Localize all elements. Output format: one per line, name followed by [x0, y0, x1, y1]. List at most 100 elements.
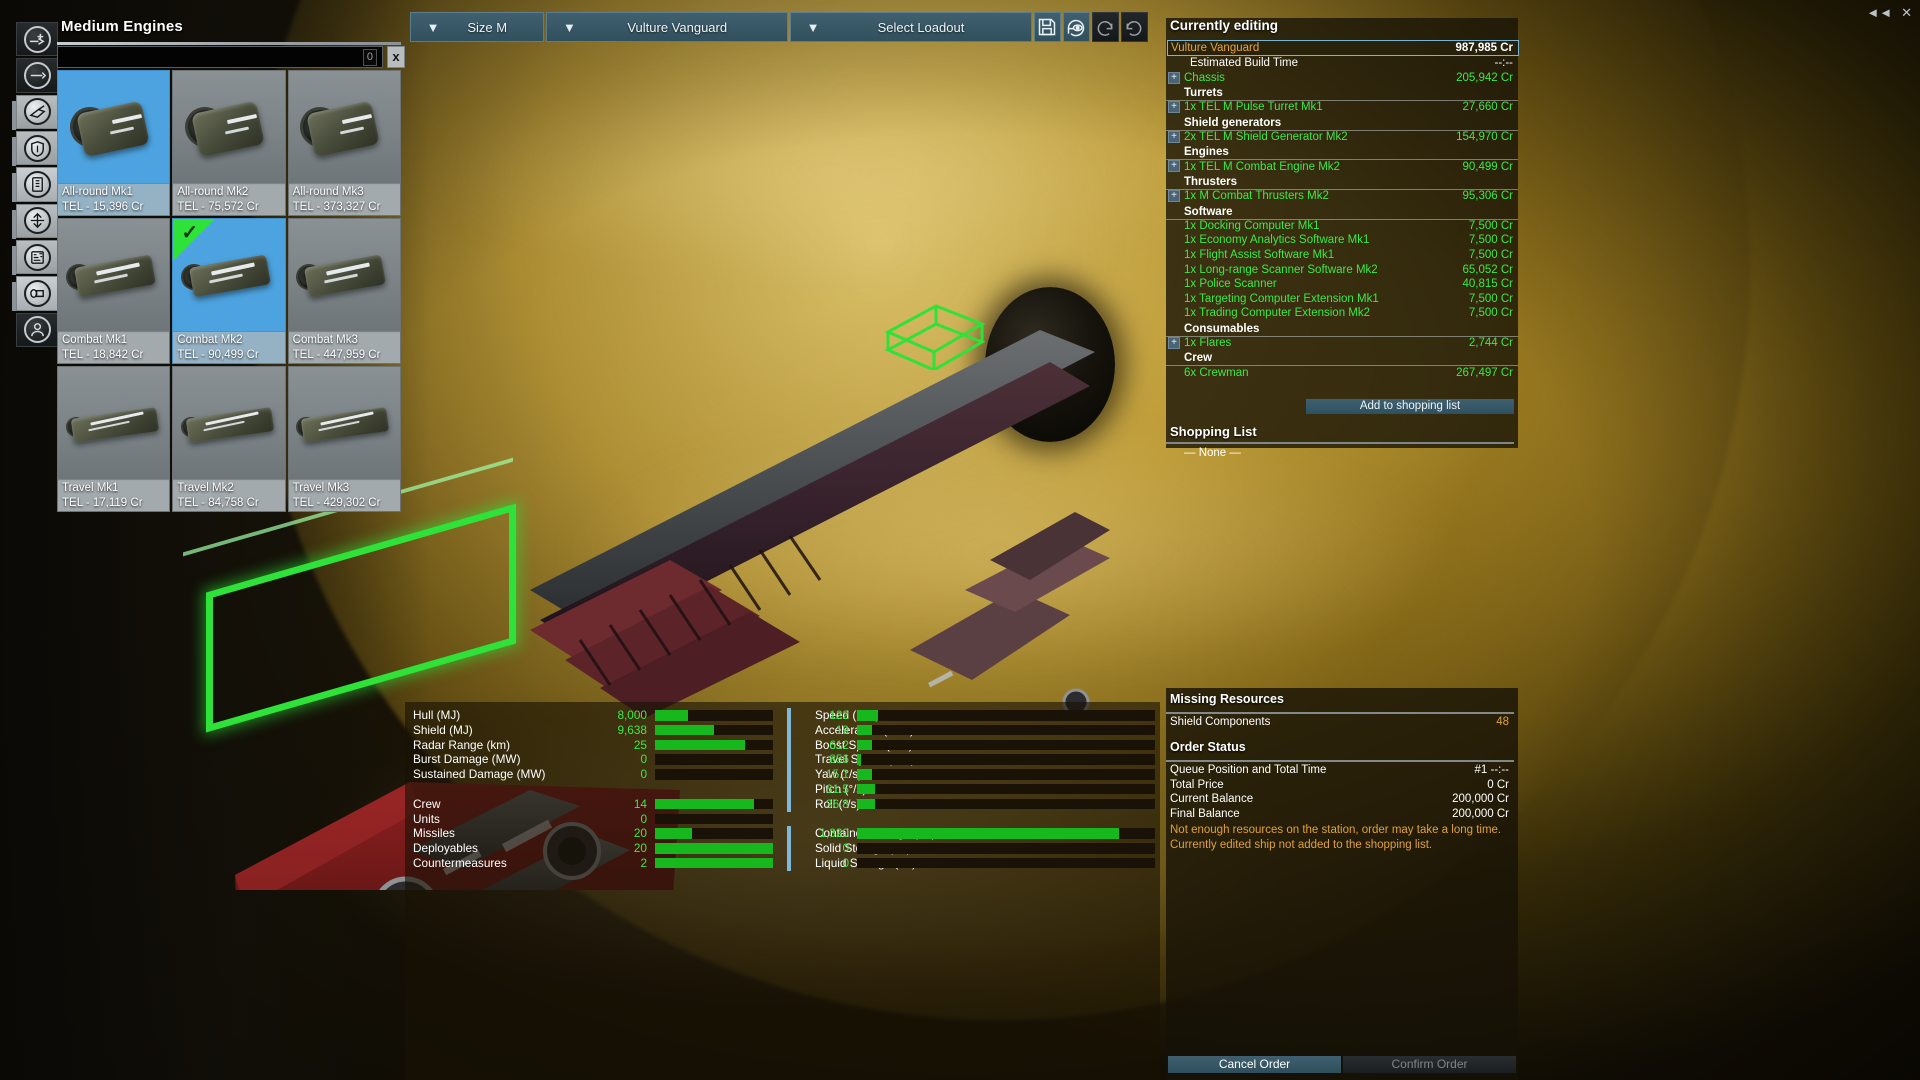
stat-row: Shield (MJ) 9,638: [405, 723, 775, 738]
equipment-thumbnail: [288, 219, 400, 333]
equipment-price: TEL - 75,572 Cr: [177, 201, 259, 213]
equipment-price: TEL - 15,396 Cr: [62, 201, 144, 213]
equipment-cell[interactable]: Travel Mk1 TEL - 17,119 Cr: [57, 366, 171, 512]
order-status-value: 200,000 Cr: [1452, 807, 1509, 820]
equipment-cell[interactable]: All-round Mk2 TEL - 75,572 Cr: [172, 70, 286, 216]
build-summary-panel: Currently editing Vulture Vanguard 987,98…: [1166, 18, 1519, 459]
equipment-price: TEL - 447,959 Cr: [292, 349, 381, 361]
build-rows[interactable]: Vulture Vanguard 987,985 Cr Estimated Buil…: [1166, 40, 1519, 440]
missing-resources-rows: Shield Components 48: [1166, 716, 1514, 731]
builder-toolbar[interactable]: ▼ Size M ▼ Vulture Vanguard ▼ Select Loa…: [410, 12, 1150, 42]
build-panel-title: Currently editing: [1170, 18, 1279, 33]
equipment-cell[interactable]: All-round Mk1 TEL - 15,396 Cr: [57, 70, 171, 216]
stat-label: Sustained Damage (MW): [413, 767, 546, 782]
save-icon[interactable]: [1033, 12, 1061, 42]
stat-value: 9,638: [617, 722, 647, 737]
window-controls[interactable]: ◄◄ ✕: [1866, 6, 1912, 19]
close-icon[interactable]: ✕: [1901, 6, 1912, 19]
stat-value: 19: [835, 722, 849, 737]
stats-column-right: Speed (m/s)122Acceleration (m/s²)19Boost…: [787, 702, 1157, 1080]
add-to-shopping-list-button[interactable]: Add to shopping list: [1306, 399, 1514, 414]
stat-bar: [857, 754, 1155, 765]
expand-icon[interactable]: +: [1168, 71, 1180, 84]
build-section-header: Crew: [1184, 352, 1213, 365]
rail-button-crew[interactable]: [16, 312, 58, 347]
stat-bar: [655, 857, 773, 869]
stat-label: Burst Damage (MW): [413, 752, 521, 767]
build-section-header: Software: [1184, 205, 1233, 218]
search-input[interactable]: [57, 46, 383, 68]
equipment-label: All-round Mk2 TEL - 75,572 Cr: [173, 183, 285, 215]
stat-value: 20: [633, 841, 647, 856]
build-item-price: 7,500 Cr: [1468, 249, 1513, 262]
ship-dropdown[interactable]: ▼ Vulture Vanguard: [546, 12, 789, 42]
expand-icon[interactable]: +: [1168, 101, 1180, 114]
stat-label: Units: [413, 811, 440, 826]
shopping-list-divider: [1166, 442, 1514, 444]
equipment-cell[interactable]: Combat Mk1 TEL - 18,842 Cr: [57, 218, 171, 364]
stat-label: Missiles: [413, 826, 455, 841]
clear-search-button[interactable]: x: [387, 46, 405, 68]
equipment-thumbnail: [173, 71, 285, 185]
stat-row: Boost Speed (m/s)612: [787, 737, 1157, 753]
preview-eye-icon[interactable]: [1062, 12, 1090, 42]
order-buttons[interactable]: Cancel Order Confirm Order: [1168, 1056, 1516, 1073]
cancel-order-button[interactable]: Cancel Order: [1168, 1056, 1341, 1073]
search-row: 0 x: [57, 46, 405, 68]
equipment-cell[interactable]: Combat Mk3 TEL - 447,959 Cr: [287, 218, 401, 364]
rail-button-software[interactable]: [12, 167, 58, 203]
order-warnings: Not enough resources on the station, ord…: [1166, 823, 1514, 852]
build-section-header: Shield generators: [1184, 116, 1282, 129]
rail-button-turret[interactable]: [12, 94, 58, 130]
confirm-order-button[interactable]: Confirm Order: [1343, 1056, 1516, 1073]
redo-icon[interactable]: [1120, 12, 1148, 42]
equipment-name: All-round Mk2: [177, 186, 249, 198]
order-status-label: Current Balance: [1170, 793, 1254, 806]
equipment-category-rail[interactable]: [12, 22, 58, 347]
check-icon: ✓: [181, 222, 199, 244]
stat-bar: [655, 769, 773, 780]
stat-row: Crew 14: [405, 797, 775, 812]
editing-ship-price: 987,985 Cr: [1455, 42, 1513, 54]
order-status-row: Final Balance 200,000 Cr: [1166, 808, 1514, 823]
rail-button-shield[interactable]: [12, 130, 58, 166]
build-time-label: Estimated Build Time: [1190, 57, 1299, 70]
expand-icon[interactable]: +: [1168, 190, 1180, 202]
rail-button-consumables[interactable]: [12, 239, 58, 275]
rail-button-weapons-add[interactable]: [16, 22, 58, 57]
build-item-price: 7,500 Cr: [1468, 219, 1513, 232]
expand-icon[interactable]: +: [1168, 160, 1180, 173]
equipment-price: TEL - 429,302 Cr: [292, 497, 381, 509]
expand-icon[interactable]: +: [1168, 130, 1180, 143]
missing-resource-amount: 48: [1496, 716, 1509, 728]
loadout-dropdown[interactable]: ▼ Select Loadout: [790, 12, 1032, 42]
equipment-cell[interactable]: Travel Mk3 TEL - 429,302 Cr: [287, 366, 401, 512]
collapse-icon[interactable]: ◄◄: [1866, 6, 1892, 19]
stat-bar: [857, 739, 1155, 751]
stat-value: 0: [842, 841, 849, 856]
rail-indicator: [12, 209, 16, 239]
equipment-name: Combat Mk2: [177, 334, 243, 346]
rail-button-thruster[interactable]: [12, 203, 58, 239]
equipment-cell[interactable]: ✓ Combat Mk2 TEL - 90,499 Cr: [172, 218, 286, 364]
undo-icon[interactable]: [1091, 12, 1119, 42]
rail-button-weapons-remove[interactable]: [16, 58, 58, 93]
expand-icon[interactable]: +: [1168, 336, 1180, 349]
equipment-label: Travel Mk2 TEL - 84,758 Cr: [173, 479, 285, 511]
engine-icon: [23, 279, 51, 307]
stat-value: 15.1: [826, 767, 849, 782]
equipment-grid[interactable]: All-round Mk1 TEL - 15,396 Cr All-round Mk…: [57, 70, 401, 512]
stat-bar: [857, 798, 1155, 810]
stat-value: 0: [640, 811, 647, 826]
equipment-cell[interactable]: Travel Mk2 TEL - 84,758 Cr: [172, 366, 286, 512]
equipment-label: Travel Mk1 TEL - 17,119 Cr: [58, 479, 170, 511]
stats-spacer: [405, 782, 775, 797]
size-dropdown[interactable]: ▼ Size M: [410, 12, 545, 42]
order-status-title: Order Status: [1170, 740, 1246, 754]
equipment-cell[interactable]: All-round Mk3 TEL - 373,327 Cr: [287, 70, 401, 216]
rail-button-engine[interactable]: [12, 276, 58, 312]
equipment-thumbnail: [58, 367, 170, 481]
build-item-price: 90,499 Cr: [1462, 160, 1513, 173]
build-item-name: 1x TEL M Pulse Turret Mk1: [1184, 101, 1323, 114]
stat-row: Solid Storage (m³)0: [787, 841, 1157, 856]
